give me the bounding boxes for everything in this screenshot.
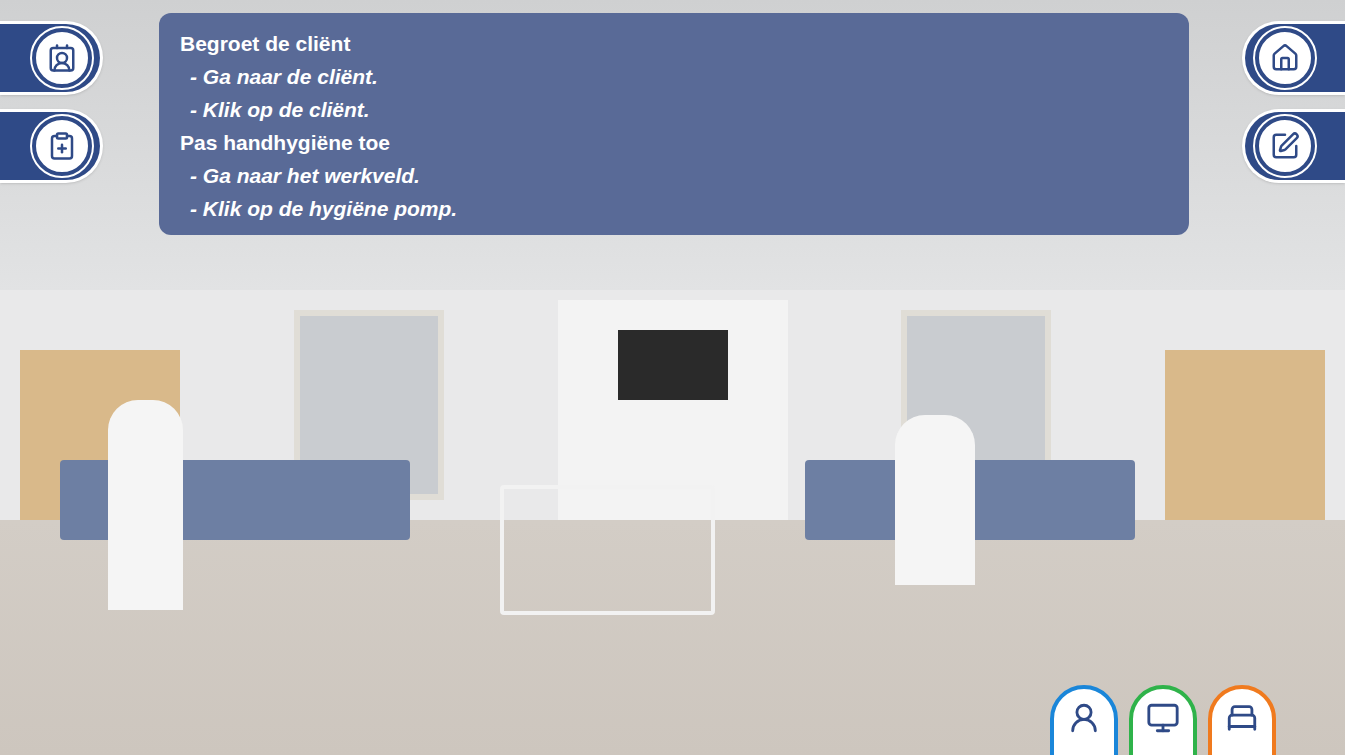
instruction-title: Begroet de cliënt: [180, 27, 1168, 60]
instruction-step: - Ga naar de cliënt.: [180, 60, 1168, 93]
nurse-icon: [1067, 701, 1101, 735]
client-file-button[interactable]: [0, 21, 103, 95]
instruction-title: Pas handhygiëne toe: [180, 126, 1168, 159]
client-icon: [1225, 701, 1259, 735]
notes-button[interactable]: [1242, 109, 1345, 183]
edit-icon: [1270, 131, 1300, 161]
game-screen: Begroet de cliënt- Ga naar de cliënt.- K…: [0, 0, 1345, 755]
nurse-button[interactable]: [1050, 685, 1118, 755]
client-file-icon: [47, 43, 77, 73]
instruction-step: - Klik op de cliënt.: [180, 93, 1168, 126]
client-button[interactable]: [1208, 685, 1276, 755]
trolley-icon: [1146, 701, 1180, 735]
medication-button[interactable]: [0, 109, 103, 183]
instruction-panel: Begroet de cliënt- Ga naar de cliënt.- K…: [159, 13, 1189, 235]
instruction-section: Begroet de cliënt- Ga naar de cliënt.- K…: [180, 27, 1168, 126]
home-icon: [1270, 43, 1300, 73]
medication-icon: [47, 131, 77, 161]
trolley-button[interactable]: [1129, 685, 1197, 755]
home-button[interactable]: [1242, 21, 1345, 95]
instruction-step: - Klik op de hygiëne pomp.: [180, 192, 1168, 225]
instruction-step: - Ga naar het werkveld.: [180, 159, 1168, 192]
instruction-section: Pas handhygiëne toe- Ga naar het werkvel…: [180, 126, 1168, 225]
